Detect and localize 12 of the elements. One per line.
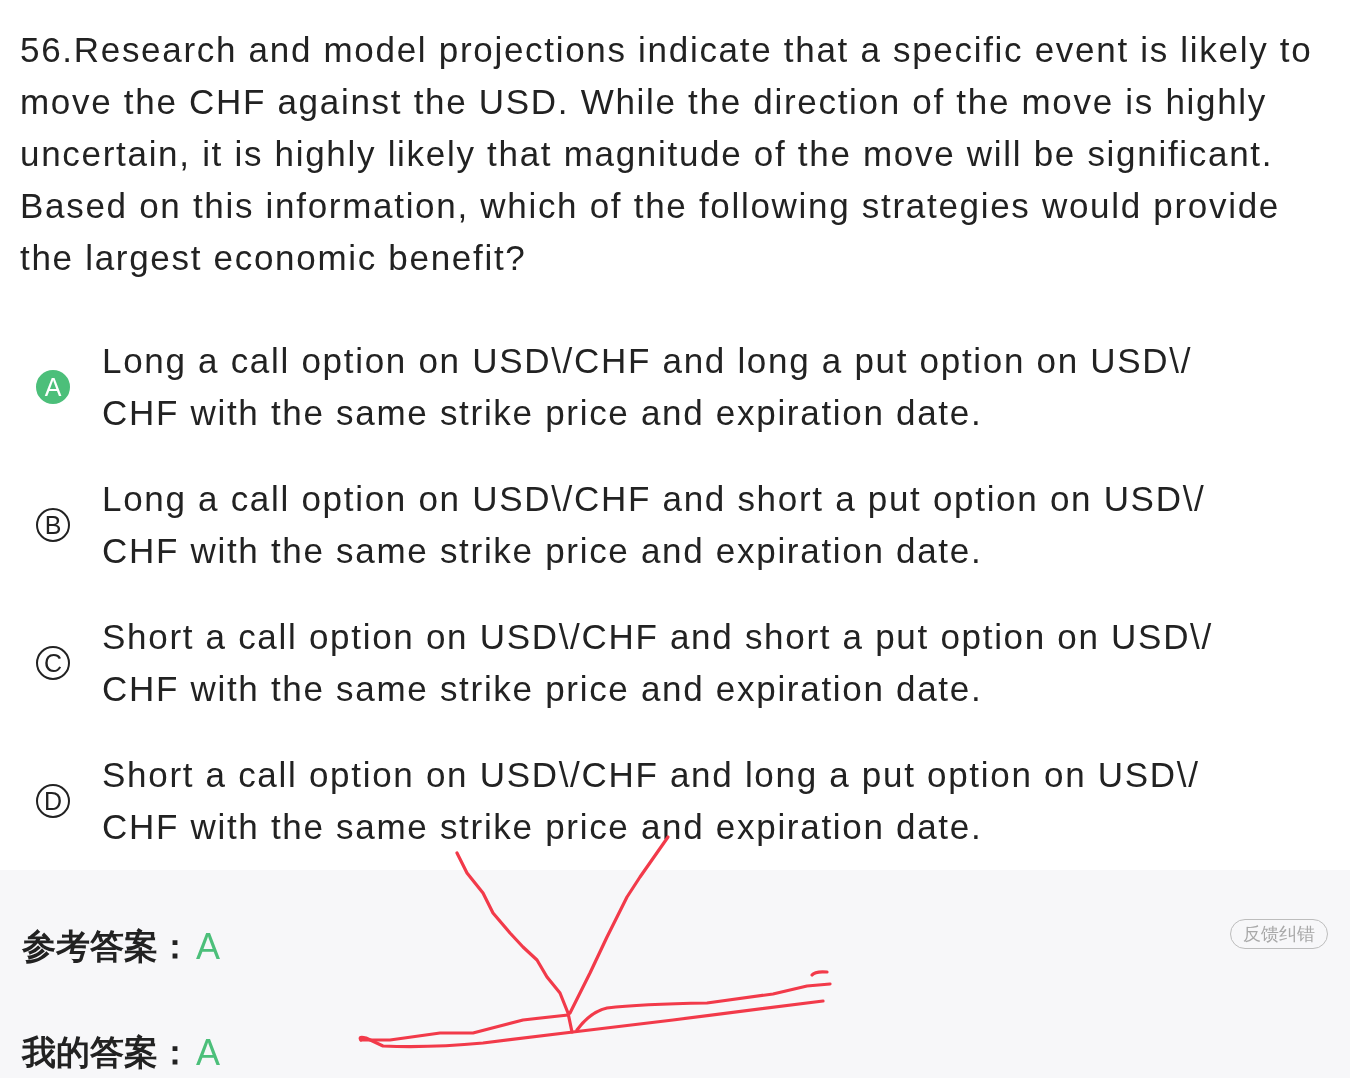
option-letter[interactable]: B [36, 508, 70, 542]
option-letter[interactable]: D [36, 784, 70, 818]
option-text: Long a call option on USD\/CHF and short a put option on USD\/CHF with the same strike price and expiration date. [102, 478, 1207, 572]
option-text: Long a call option on USD\/CHF and long a put option on USD\/CHF with the same strike price and expiration date. [102, 340, 1194, 434]
option-letter[interactable]: C [36, 646, 70, 680]
answer-label: 参考答案： [22, 926, 192, 967]
answer-label: 我的答案： [22, 1032, 192, 1073]
answer-value: A [196, 1032, 220, 1074]
question-text: 56.Research and model projections indicate that a specific event is likely to move the CHF against the USD. While the direction of the move is highly uncertain, it is highly likely that magnitude of the move will be significant. Based on this information, which of the following strategies would provide the largest economic benefit? [20, 29, 1314, 279]
option-text: Short a call option on USD\/CHF and long a put option on USD\/CHF with the same strike price and expiration date. [102, 754, 1201, 848]
option-text: Short a call option on USD\/CHF and short a put option on USD\/CHF with the same strike price and expiration date. [102, 616, 1214, 710]
answer-value: A [196, 926, 220, 968]
